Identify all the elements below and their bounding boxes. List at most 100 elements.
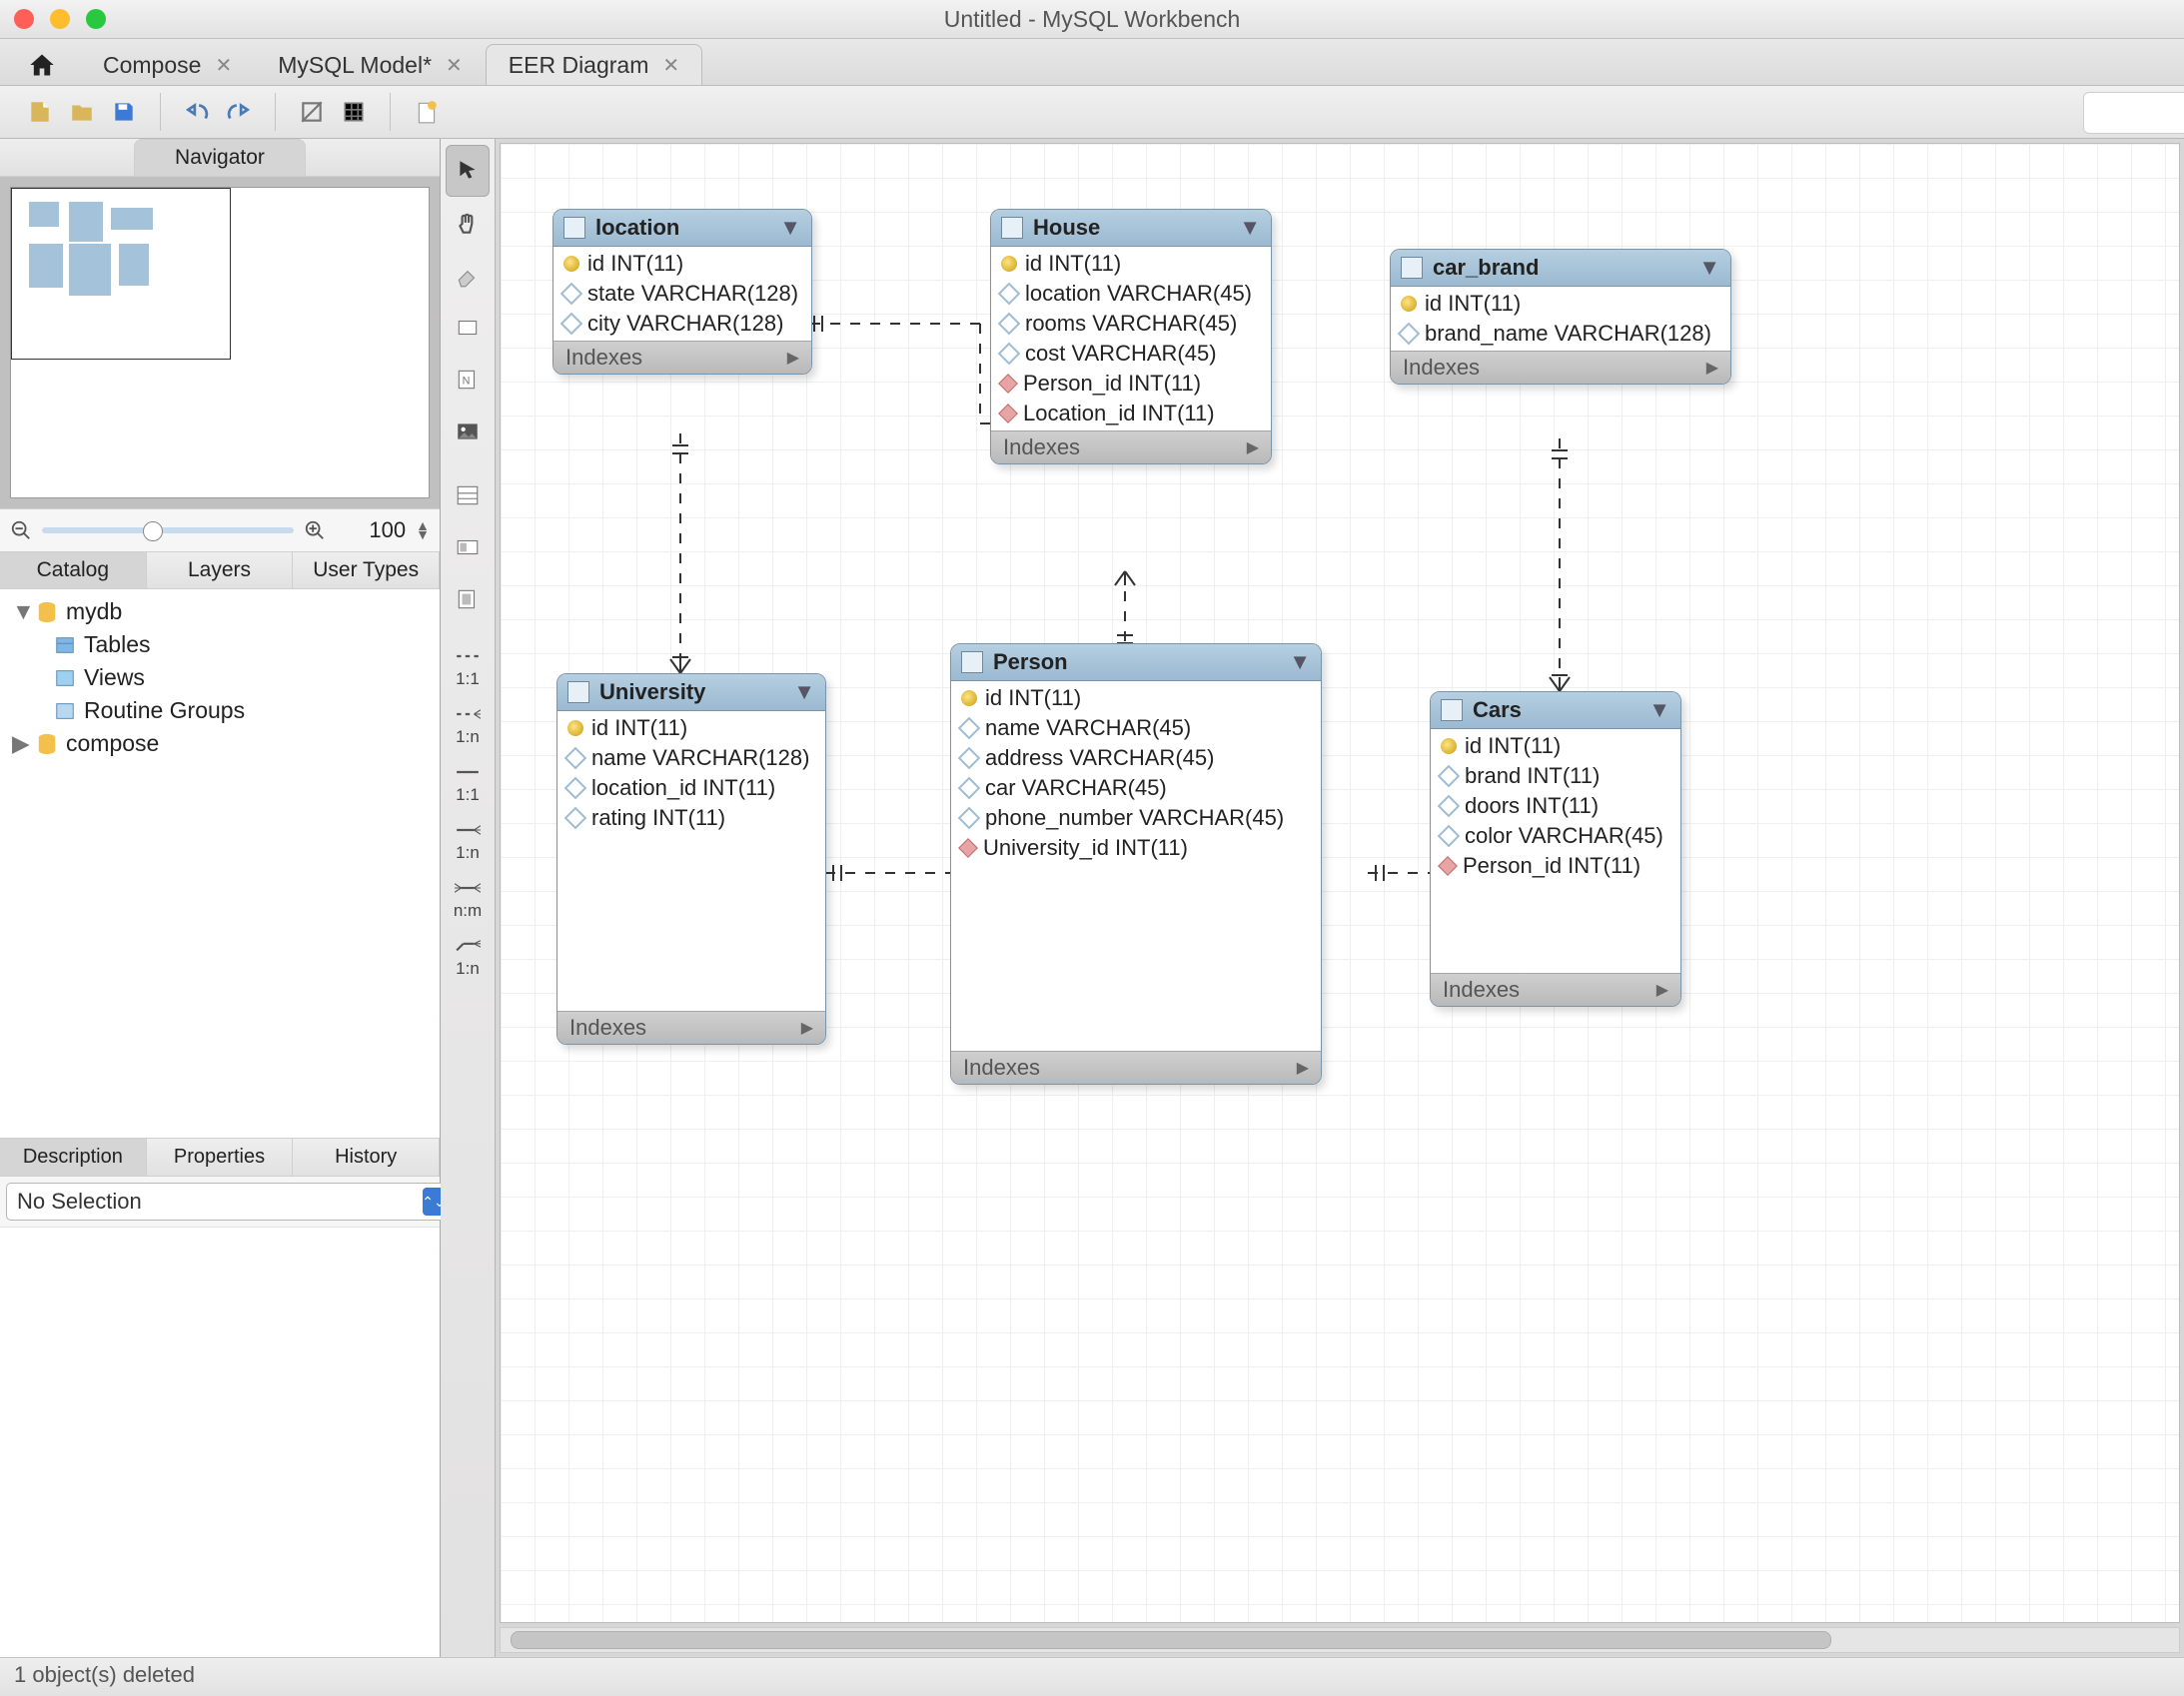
chevron-down-icon[interactable]: ▼ [779, 215, 801, 241]
entity-location[interactable]: location ▼ id INT(11) state VARCHAR(128)… [552, 209, 812, 375]
indexes-toggle[interactable]: Indexes▶ [1431, 973, 1680, 1006]
tab-compose[interactable]: Compose ✕ [80, 44, 255, 85]
scroll-thumb[interactable] [511, 1631, 1831, 1649]
close-icon[interactable]: ✕ [215, 53, 232, 78]
disclosure-triangle-icon[interactable]: ▼ [12, 598, 28, 625]
chevron-down-icon[interactable]: ▼ [1698, 255, 1720, 281]
new-model-button[interactable] [409, 94, 445, 130]
hand-tool[interactable] [447, 199, 489, 249]
disclosure-triangle-icon[interactable]: ▶ [12, 730, 28, 757]
entity-university[interactable]: University ▼ id INT(11) name VARCHAR(128… [556, 673, 826, 1045]
tree-db-mydb[interactable]: ▼ mydb [6, 595, 434, 628]
redo-button[interactable] [221, 94, 257, 130]
routine-tool[interactable] [447, 574, 489, 624]
entity-header[interactable]: House ▼ [991, 210, 1271, 247]
entity-header[interactable]: Person ▼ [951, 644, 1321, 681]
tree-tables[interactable]: Tables [6, 628, 434, 661]
tab-layers[interactable]: Layers [147, 552, 294, 588]
indexes-toggle[interactable]: Indexes▶ [553, 341, 811, 374]
new-file-button[interactable] [22, 94, 58, 130]
pointer-tool[interactable] [446, 145, 490, 197]
col: doors INT(11) [1465, 793, 1599, 819]
tree-views[interactable]: Views [6, 661, 434, 694]
save-button[interactable] [106, 94, 142, 130]
entity-columns: id INT(11) brand INT(11) doors INT(11) c… [1431, 729, 1680, 973]
tree-db-compose[interactable]: ▶ compose [6, 727, 434, 760]
open-file-button[interactable] [64, 94, 100, 130]
close-window-button[interactable] [14, 9, 34, 29]
home-button[interactable] [12, 45, 72, 85]
main-area: Navigator 100 ▲▼ Catalog Layer [0, 139, 2184, 1657]
entity-cars[interactable]: Cars ▼ id INT(11) brand INT(11) doors IN… [1430, 691, 1681, 1007]
tab-properties[interactable]: Properties [147, 1139, 294, 1176]
tab-catalog[interactable]: Catalog [0, 552, 147, 588]
zoom-stepper-icon[interactable]: ▲▼ [416, 521, 430, 539]
close-icon[interactable]: ✕ [446, 53, 463, 78]
navigator-tab[interactable]: Navigator [134, 139, 306, 176]
rel-nm[interactable]: n:m [447, 870, 489, 926]
zoom-thumb[interactable] [143, 521, 163, 541]
view-tool[interactable] [447, 522, 489, 572]
chevron-down-icon[interactable]: ▼ [1648, 697, 1670, 723]
minimize-window-button[interactable] [50, 9, 70, 29]
tree-routines[interactable]: Routine Groups [6, 694, 434, 727]
toolbar-search[interactable] [2083, 92, 2184, 134]
zoom-slider[interactable] [42, 527, 294, 533]
database-icon [36, 601, 58, 623]
undo-button[interactable] [179, 94, 215, 130]
rel-1n-ident[interactable]: 1:n [447, 812, 489, 868]
entity-title: car_brand [1433, 255, 1539, 281]
views-icon [54, 667, 76, 689]
align-grid-button[interactable] [336, 94, 372, 130]
tab-description[interactable]: Description [0, 1139, 147, 1176]
entity-header[interactable]: University ▼ [557, 674, 825, 711]
tree-label: Views [84, 664, 145, 691]
entity-house[interactable]: House ▼ id INT(11) location VARCHAR(45) … [990, 209, 1272, 464]
canvas-hscroll[interactable] [500, 1627, 2180, 1653]
indexes-toggle[interactable]: Indexes▶ [1391, 351, 1730, 384]
selection-combo[interactable]: No Selection ⌃⌄ [6, 1183, 456, 1221]
toggle-grid-button[interactable] [294, 94, 330, 130]
image-tool[interactable] [447, 407, 489, 456]
tab-mysql-model[interactable]: MySQL Model* ✕ [255, 44, 486, 85]
rel-crow-icon [455, 701, 481, 727]
grid-off-icon [299, 99, 325, 125]
tab-usertypes[interactable]: User Types [293, 552, 440, 588]
rel-11-nonident[interactable]: 1:1 [447, 638, 489, 694]
close-icon[interactable]: ✕ [662, 53, 679, 78]
indexes-toggle[interactable]: Indexes▶ [991, 430, 1271, 463]
col: brand_name VARCHAR(128) [1425, 321, 1711, 347]
chevron-down-icon[interactable]: ▼ [1239, 215, 1261, 241]
indexes-toggle[interactable]: Indexes▶ [951, 1051, 1321, 1084]
entity-person[interactable]: Person ▼ id INT(11) name VARCHAR(45) add… [950, 643, 1322, 1085]
minimap[interactable] [10, 187, 430, 498]
note-tool[interactable]: N [447, 355, 489, 405]
entity-header[interactable]: Cars ▼ [1431, 692, 1680, 729]
zoom-controls: 100 ▲▼ [0, 509, 440, 552]
tree-label: Routine Groups [84, 697, 245, 724]
tab-history[interactable]: History [293, 1139, 440, 1176]
eraser-tool[interactable] [447, 251, 489, 301]
redo-icon [226, 99, 252, 125]
entity-car-brand[interactable]: car_brand ▼ id INT(11) brand_name VARCHA… [1390, 249, 1731, 385]
zoom-out-icon[interactable] [10, 519, 32, 541]
main-toolbar [0, 86, 2184, 139]
diagram-canvas[interactable]: location ▼ id INT(11) state VARCHAR(128)… [500, 143, 2180, 1623]
chevron-right-icon: ▶ [1297, 1058, 1309, 1078]
tab-eer-diagram[interactable]: EER Diagram ✕ [486, 44, 702, 85]
indexes-label: Indexes [1003, 434, 1080, 460]
chevron-down-icon[interactable]: ▼ [793, 679, 815, 705]
layer-tool[interactable] [447, 303, 489, 353]
zoom-in-icon[interactable] [304, 519, 326, 541]
indexes-toggle[interactable]: Indexes▶ [557, 1011, 825, 1044]
entity-header[interactable]: location ▼ [553, 210, 811, 247]
rel-1n-existing[interactable]: 1:n [447, 928, 489, 984]
zoom-window-button[interactable] [86, 9, 106, 29]
chevron-down-icon[interactable]: ▼ [1289, 649, 1311, 675]
rel-11-ident[interactable]: 1:1 [447, 754, 489, 810]
tree-label: compose [66, 730, 159, 757]
entity-header[interactable]: car_brand ▼ [1391, 250, 1730, 287]
routines-icon [54, 700, 76, 722]
table-tool[interactable] [447, 470, 489, 520]
rel-1n-nonident[interactable]: 1:n [447, 696, 489, 752]
